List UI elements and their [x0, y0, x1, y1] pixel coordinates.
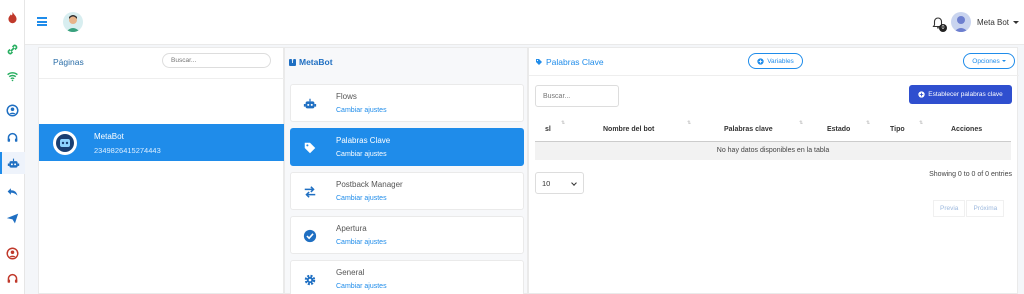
next-page-button[interactable]: Próxima [966, 200, 1005, 217]
column-header[interactable]: Palabras clave [724, 126, 773, 133]
settings-card-link[interactable]: Cambiar ajustes [336, 283, 387, 290]
page-item-metabot[interactable]: MetaBot 2349826415274443 [39, 124, 285, 161]
brand-logo[interactable] [63, 12, 83, 32]
user-avatar[interactable] [951, 12, 971, 32]
link-icon[interactable] [0, 38, 25, 60]
settings-card-link[interactable]: Cambiar ajustes [336, 239, 387, 246]
column-header[interactable]: Nombre del bot [603, 126, 654, 133]
add-keywords-label: Establecer palabras clave [928, 91, 1003, 98]
page-id: 2349826415274443 [94, 146, 161, 155]
settings-card-title: General [336, 268, 365, 277]
exchange-icon [304, 186, 316, 198]
gear-icon [304, 274, 316, 286]
page-name: MetaBot [94, 132, 124, 141]
keywords-title-text: Palabras Clave [546, 57, 604, 67]
pagination: Previa Próxima [933, 200, 1005, 217]
notification-badge: 0 [939, 24, 947, 32]
pages-title: Páginas [53, 57, 84, 67]
metabot-title-text: MetaBot [299, 57, 333, 67]
settings-card-link[interactable]: Cambiar ajustes [336, 151, 387, 158]
tag-icon [536, 59, 542, 65]
page-avatar [53, 131, 77, 155]
facebook-icon: f [289, 58, 296, 66]
keywords-title: Palabras Clave [535, 57, 604, 67]
settings-card-flows[interactable]: Flows Cambiar ajustes [290, 84, 524, 122]
keywords-panel: Palabras Clave Variables Opciones Establ… [528, 47, 1019, 294]
headset-red-icon[interactable] [0, 268, 25, 290]
user-menu-caret-icon[interactable] [1013, 21, 1019, 24]
reply-icon[interactable] [0, 180, 25, 202]
tag-icon [304, 142, 316, 154]
sort-icon[interactable]: ⇅ [799, 120, 803, 126]
empty-table-message: No hay datos disponibles en la tabla [535, 142, 1011, 160]
user-circle-icon[interactable] [0, 99, 25, 121]
keywords-table: sl ⇅ Nombre del bot ⇅ Palabras clave ⇅ E… [535, 115, 1011, 160]
settings-card-postback[interactable]: Postback Manager Cambiar ajustes [290, 172, 524, 210]
sort-icon[interactable]: ⇅ [866, 120, 870, 126]
metabot-panel: f MetaBot Flows Cambiar ajustes Palabras… [284, 47, 528, 294]
pages-search-input[interactable] [162, 53, 271, 68]
keywords-search-input[interactable] [535, 85, 619, 107]
robot-icon [303, 98, 317, 109]
menu-toggle-icon[interactable] [37, 17, 47, 26]
settings-card-title: Postback Manager [336, 180, 403, 189]
settings-card-link[interactable]: Cambiar ajustes [336, 107, 387, 114]
robot-icon[interactable] [0, 152, 25, 174]
pages-panel: Páginas MetaBot 2349826415274443 [38, 47, 285, 294]
plus-circle-icon [918, 91, 925, 98]
column-header[interactable]: Estado [827, 126, 850, 133]
options-button[interactable]: Opciones [963, 53, 1015, 69]
brand-flame-icon[interactable] [0, 6, 25, 28]
left-rail [0, 0, 25, 294]
settings-card-link[interactable]: Cambiar ajustes [336, 195, 387, 202]
variables-button[interactable]: Variables [748, 53, 803, 69]
user-name[interactable]: Meta Bot [977, 18, 1009, 27]
sort-icon[interactable]: ⇅ [561, 120, 565, 126]
add-keywords-button[interactable]: Establecer palabras clave [909, 85, 1012, 104]
divider [529, 75, 1019, 76]
wifi-icon[interactable] [0, 64, 25, 86]
settings-card-general[interactable]: General Cambiar ajustes [290, 260, 524, 294]
previous-page-button[interactable]: Previa [933, 200, 966, 217]
sort-icon[interactable]: ⇅ [919, 120, 923, 126]
variables-label: Variables [767, 57, 794, 65]
options-label: Opciones [972, 57, 1000, 65]
sort-icon[interactable]: ⇅ [687, 120, 691, 126]
caret-down-icon [1001, 60, 1006, 62]
settings-card-title: Apertura [336, 224, 367, 233]
divider [39, 78, 285, 79]
settings-card-title: Palabras Clave [336, 136, 391, 145]
plus-circle-icon [757, 57, 764, 65]
table-header: sl ⇅ Nombre del bot ⇅ Palabras clave ⇅ E… [535, 115, 1011, 142]
settings-card-title: Flows [336, 92, 357, 101]
metabot-title: f MetaBot [289, 57, 333, 67]
settings-card-keywords[interactable]: Palabras Clave Cambiar ajustes [290, 128, 524, 166]
top-bar: 0 Meta Bot [25, 0, 1024, 45]
headset-icon[interactable] [0, 127, 25, 149]
check-circle-icon [303, 229, 317, 243]
user-circle-red-icon[interactable] [0, 242, 25, 264]
column-header[interactable]: sl [545, 126, 551, 133]
table-info: Showing 0 to 0 of 0 entries [929, 171, 1012, 178]
column-header[interactable]: Acciones [951, 126, 982, 133]
settings-card-apertura[interactable]: Apertura Cambiar ajustes [290, 216, 524, 254]
column-header[interactable]: Tipo [890, 126, 905, 133]
send-icon[interactable] [0, 207, 25, 229]
